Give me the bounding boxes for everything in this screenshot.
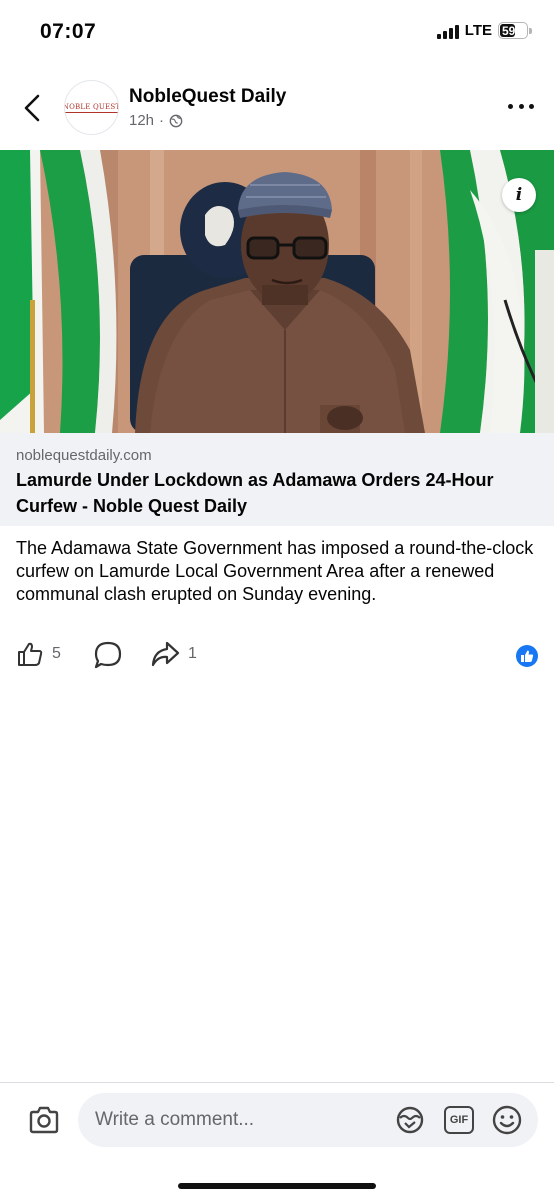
chevron-left-icon (24, 94, 40, 122)
status-indicators: LTE 59 (436, 22, 532, 39)
network-type: LTE (464, 22, 492, 39)
page-name[interactable]: NobleQuest Daily (129, 86, 286, 108)
like-reaction-badge[interactable] (516, 645, 538, 667)
post-meta: 12h · (129, 112, 183, 129)
thumbs-up-icon (18, 642, 43, 666)
post-header: NOBLE QUEST NobleQuest Daily 12h · (0, 76, 554, 142)
link-title[interactable]: Lamurde Under Lockdown as Adamawa Orders… (16, 467, 538, 519)
battery-level: 59 (500, 23, 516, 38)
like-button[interactable]: 5 (16, 640, 61, 668)
link-preview-image[interactable]: i (0, 150, 554, 433)
comment-button[interactable] (93, 640, 123, 670)
camera-icon (29, 1106, 59, 1134)
page-avatar[interactable]: NOBLE QUEST (64, 80, 119, 135)
avatar-sticker-icon (396, 1106, 424, 1134)
meta-separator: · (159, 112, 165, 129)
comment-placeholder: Write a comment... (95, 1109, 255, 1130)
avatar-sticker-button[interactable] (394, 1105, 426, 1135)
status-bar: 07:07 LTE 59 (0, 0, 554, 64)
home-indicator[interactable] (178, 1183, 376, 1189)
post-caption: The Adamawa State Government has imposed… (16, 538, 534, 604)
info-button[interactable]: i (502, 178, 536, 212)
share-button[interactable]: 1 (150, 640, 197, 668)
globe-icon (169, 114, 183, 127)
comment-icon (94, 641, 122, 669)
battery-icon: 59 (498, 22, 532, 39)
back-button[interactable] (18, 90, 46, 126)
like-count: 5 (52, 645, 61, 662)
more-options-button[interactable] (508, 96, 534, 116)
link-preview-meta[interactable]: noblequestdaily.com Lamurde Under Lockdo… (0, 433, 554, 526)
signal-icon (436, 23, 459, 39)
share-count: 1 (188, 645, 197, 662)
emoji-icon (492, 1105, 522, 1135)
post-time: 12h (129, 112, 155, 129)
share-icon (151, 641, 180, 667)
avatar-logo-text: NOBLE QUEST (64, 102, 119, 113)
emoji-button[interactable] (491, 1105, 523, 1135)
post-actions: 5 1 (0, 640, 554, 672)
link-domain: noblequestdaily.com (16, 447, 152, 464)
status-time: 07:07 (40, 20, 97, 43)
camera-button[interactable] (28, 1105, 60, 1135)
news-photo (0, 150, 554, 433)
gif-button[interactable]: GIF (443, 1105, 475, 1135)
link-preview-card[interactable]: i noblequestdaily.com Lamurde Under Lock… (0, 150, 554, 526)
gif-icon: GIF (444, 1106, 474, 1134)
thumbs-up-icon (521, 650, 534, 662)
comment-bar: Write a comment... GIF (0, 1082, 554, 1200)
